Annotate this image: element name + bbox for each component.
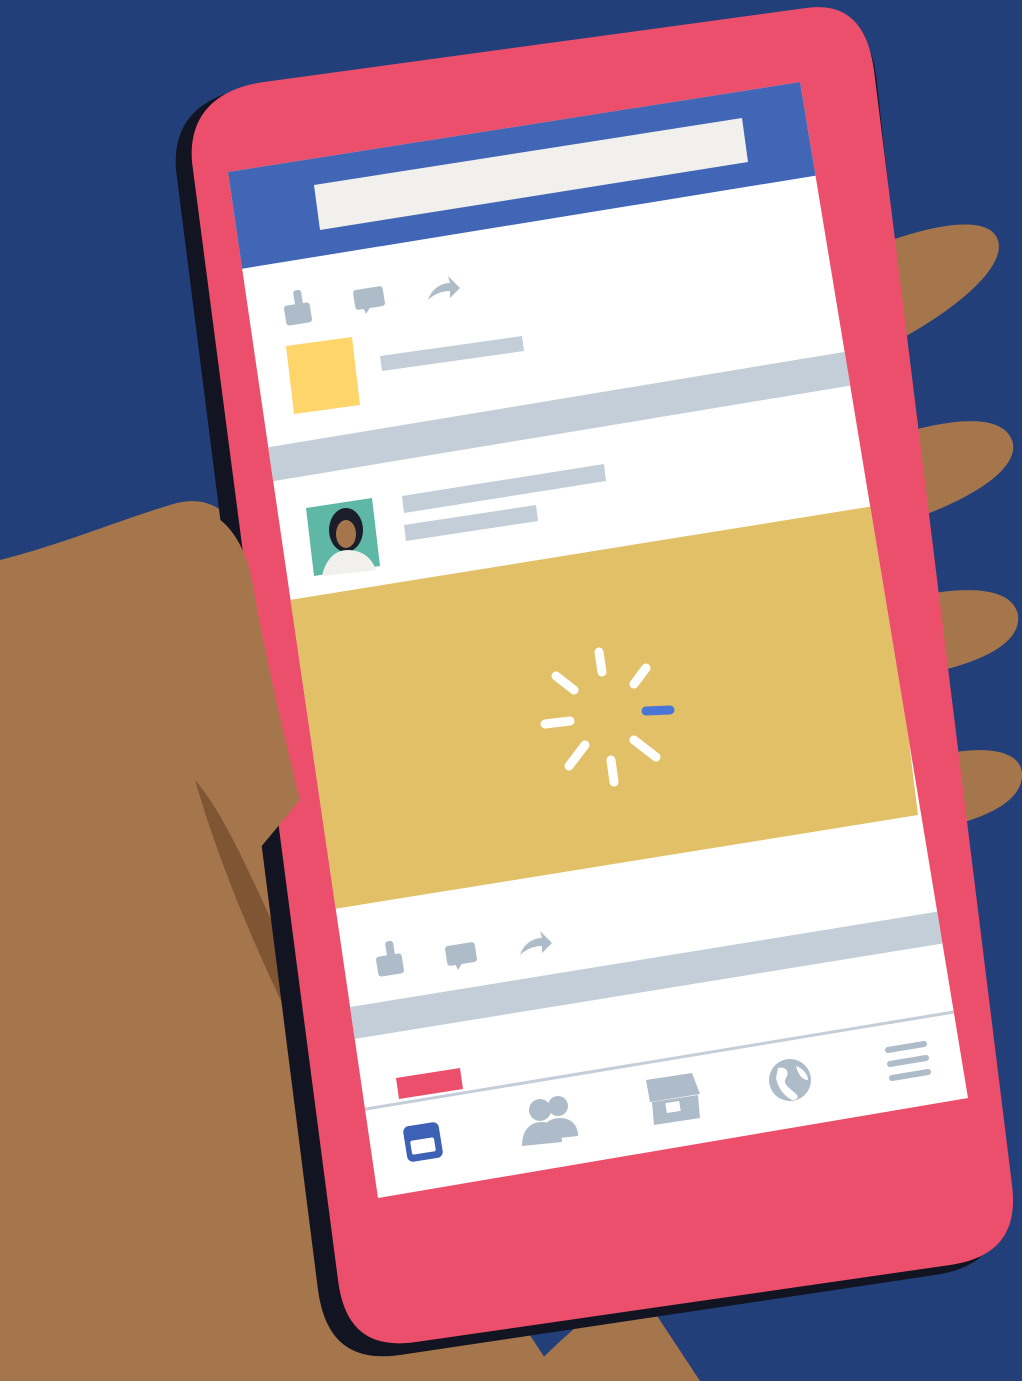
spinner-segment [540,716,575,729]
post-2-avatar [306,498,380,576]
nav-news-feed[interactable] [402,1121,443,1162]
nav-globe[interactable] [769,1059,811,1101]
spinner-segment [594,647,607,677]
marketplace-icon [646,1073,700,1125]
spinner-segment [641,705,675,716]
globe-icon [769,1059,811,1101]
news-feed-icon [403,1122,443,1162]
post-1-thumbnail [286,337,360,414]
spinner-segment [606,755,619,787]
nav-marketplace[interactable] [646,1073,700,1125]
illustration [0,0,1022,1381]
